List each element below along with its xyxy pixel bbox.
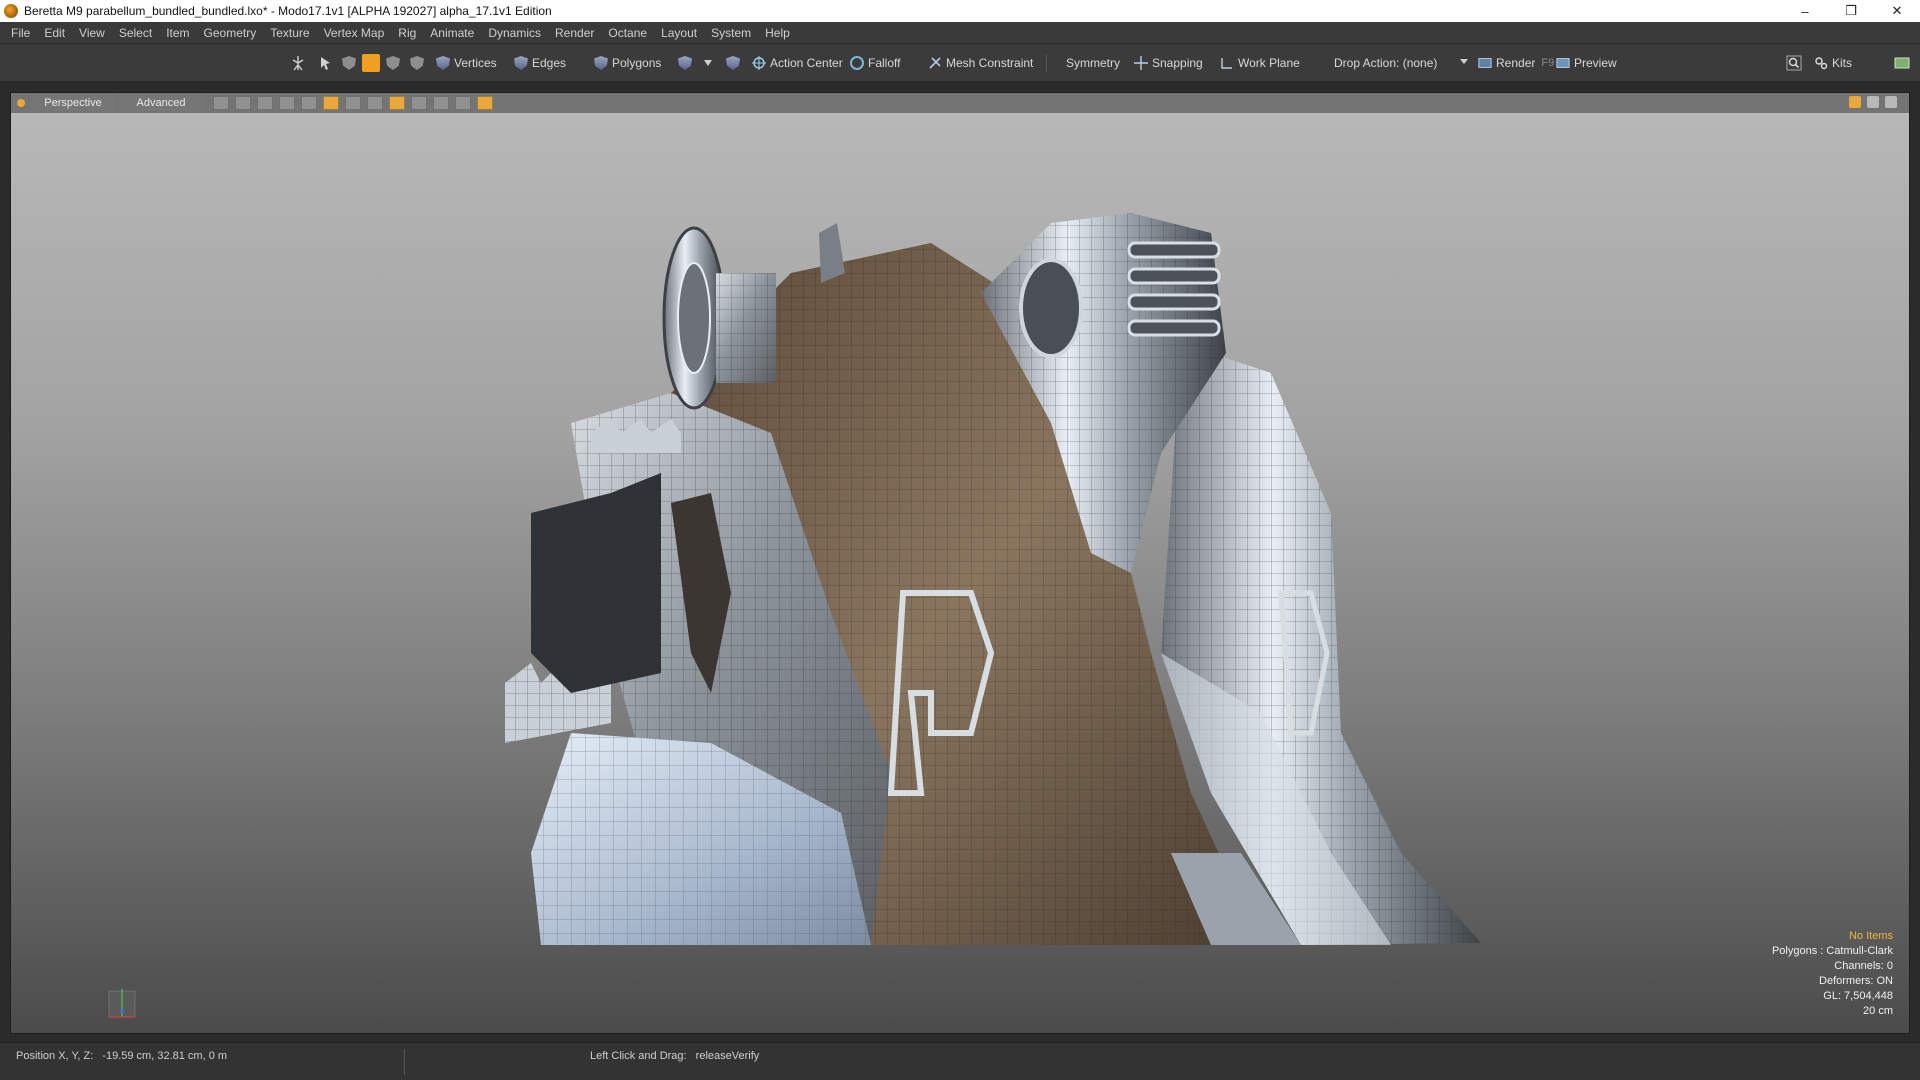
- backdrop-icon[interactable]: [301, 96, 317, 110]
- edges-button[interactable]: Edges: [514, 53, 566, 73]
- window-title: Beretta M9 parabellum_bundled_bundled.lx…: [24, 4, 552, 18]
- viewport-tool-icon[interactable]: [1849, 96, 1861, 108]
- menu-view[interactable]: View: [72, 26, 112, 40]
- fill-icon[interactable]: [477, 96, 493, 110]
- viewport-status-dot-icon[interactable]: [17, 99, 25, 107]
- viewport-display-toggles: [213, 96, 499, 110]
- render-button[interactable]: Render F9: [1478, 53, 1554, 73]
- camera-icon[interactable]: [367, 96, 383, 110]
- vertices-button[interactable]: Vertices: [436, 53, 497, 73]
- deformers-info: Deformers: ON: [1819, 975, 1893, 987]
- viewport-gear-icon[interactable]: [1867, 96, 1879, 108]
- texture-icon[interactable]: [279, 96, 295, 110]
- gl-info: GL: 7,504,448: [1823, 990, 1893, 1002]
- polygons-button[interactable]: Polygons: [594, 53, 661, 73]
- menu-edit[interactable]: Edit: [37, 26, 72, 40]
- viewport-info-overlay: No Items Polygons : Catmull-Clark Channe…: [1772, 929, 1893, 1019]
- select-materials-icon[interactable]: [410, 53, 428, 73]
- polygons-info: Polygons : Catmull-Clark: [1771, 945, 1893, 957]
- viewport-expand-arrow-icon[interactable]: [1885, 96, 1897, 108]
- menu-file[interactable]: File: [4, 26, 37, 40]
- select-mode-active-icon[interactable]: [362, 53, 384, 73]
- menu-system[interactable]: System: [704, 26, 758, 40]
- axis-gizmo-icon: [108, 989, 136, 1018]
- kits-gear-icon: [1815, 57, 1828, 70]
- scale-info: 20 cm: [1863, 1005, 1893, 1017]
- viewport-header: Perspective Advanced: [11, 93, 1909, 113]
- menu-texture[interactable]: Texture: [263, 26, 316, 40]
- material-shield-icon: [678, 56, 692, 70]
- menu-vertex-map[interactable]: Vertex Map: [317, 26, 392, 40]
- maximize-button[interactable]: ❐: [1828, 0, 1874, 22]
- kits-button[interactable]: Kits: [1814, 53, 1852, 73]
- snapshot-icon[interactable]: [455, 96, 471, 110]
- action-center-button[interactable]: Action Center: [752, 53, 843, 73]
- main-toolbar: Vertices Edges Polygons Action Center Fa…: [0, 44, 1920, 82]
- menu-bar: File Edit View Select Item Geometry Text…: [0, 22, 1920, 44]
- falloff-button[interactable]: Falloff: [850, 53, 900, 73]
- vertices-icon: [436, 56, 450, 70]
- symmetry-button[interactable]: Symmetry: [1066, 53, 1120, 73]
- shading-active-icon[interactable]: [323, 96, 339, 110]
- mode-dropdown-chevron-down-icon[interactable]: [704, 53, 712, 73]
- items-info: No Items: [1848, 930, 1893, 942]
- title-bar: Beretta M9 parabellum_bundled_bundled.lx…: [0, 0, 1920, 22]
- menu-octane[interactable]: Octane: [601, 26, 654, 40]
- status-bar: Position X, Y, Z: -19.59 cm, 32.81 cm, 0…: [0, 1042, 1920, 1080]
- search-zoom-icon[interactable]: [1786, 53, 1802, 73]
- falloff-icon: [850, 56, 864, 70]
- drop-action-select[interactable]: Drop Action: (none): [1318, 53, 1472, 73]
- chevron-down-icon: [1460, 59, 1468, 64]
- menu-dynamics[interactable]: Dynamics: [481, 26, 548, 40]
- modo-app-icon: [4, 4, 18, 18]
- auto-select-icon[interactable]: [726, 53, 744, 73]
- mesh-constraint-icon: [929, 57, 941, 69]
- action-center-icon: [752, 56, 766, 70]
- wireframe-icon[interactable]: [235, 96, 251, 110]
- menu-geometry[interactable]: Geometry: [197, 26, 264, 40]
- material-mode-button[interactable]: [678, 53, 696, 73]
- preview-button[interactable]: Preview: [1556, 53, 1617, 73]
- snapping-icon: [1134, 56, 1148, 70]
- select-arrow-icon[interactable]: [318, 53, 334, 73]
- work-plane-icon: [1221, 58, 1232, 69]
- beretta-m9-mesh-render[interactable]: [11, 93, 1910, 1034]
- minimize-button[interactable]: –: [1782, 0, 1828, 22]
- status-divider: [404, 1049, 405, 1075]
- grid-icon[interactable]: [213, 96, 229, 110]
- edges-icon: [514, 56, 528, 70]
- snapping-button[interactable]: Snapping: [1134, 53, 1203, 73]
- bounding-box-icon[interactable]: [389, 96, 405, 110]
- solid-icon[interactable]: [257, 96, 273, 110]
- channels-info: Channels: 0: [1834, 960, 1893, 972]
- render-icon: [1478, 58, 1492, 68]
- menu-render[interactable]: Render: [548, 26, 601, 40]
- select-items-icon[interactable]: [342, 53, 360, 73]
- render-shortcut: F9: [1541, 57, 1555, 69]
- mesh-constraint-button[interactable]: Mesh Constraint: [928, 53, 1033, 73]
- 3d-viewport[interactable]: Perspective Advanced No Items Polygons:…: [10, 92, 1910, 1034]
- select-components-icon[interactable]: [386, 53, 404, 73]
- menu-select[interactable]: Select: [112, 26, 159, 40]
- tab-advanced[interactable]: Advanced: [119, 95, 203, 111]
- menu-animate[interactable]: Animate: [423, 26, 481, 40]
- menu-layout[interactable]: Layout: [654, 26, 704, 40]
- polygons-icon: [594, 56, 608, 70]
- preview-icon: [1556, 58, 1570, 68]
- work-plane-button[interactable]: Work Plane: [1220, 53, 1300, 73]
- tab-perspective[interactable]: Perspective: [31, 95, 115, 111]
- layout-toggle-icon[interactable]: [1894, 53, 1910, 73]
- toolbar-divider: [1046, 54, 1047, 72]
- lights-icon[interactable]: [345, 96, 361, 110]
- menu-item[interactable]: Item: [159, 26, 196, 40]
- position-readout: Position X, Y, Z: -19.59 cm, 32.81 cm, 0…: [16, 1050, 228, 1062]
- close-button[interactable]: ✕: [1874, 0, 1920, 22]
- menu-help[interactable]: Help: [758, 26, 797, 40]
- menu-rig[interactable]: Rig: [391, 26, 423, 40]
- record-icon[interactable]: [433, 96, 449, 110]
- select-pose-icon[interactable]: [290, 53, 306, 73]
- status-hint: Left Click and Drag: releaseVerify: [590, 1050, 760, 1062]
- pivot-icon[interactable]: [411, 96, 427, 110]
